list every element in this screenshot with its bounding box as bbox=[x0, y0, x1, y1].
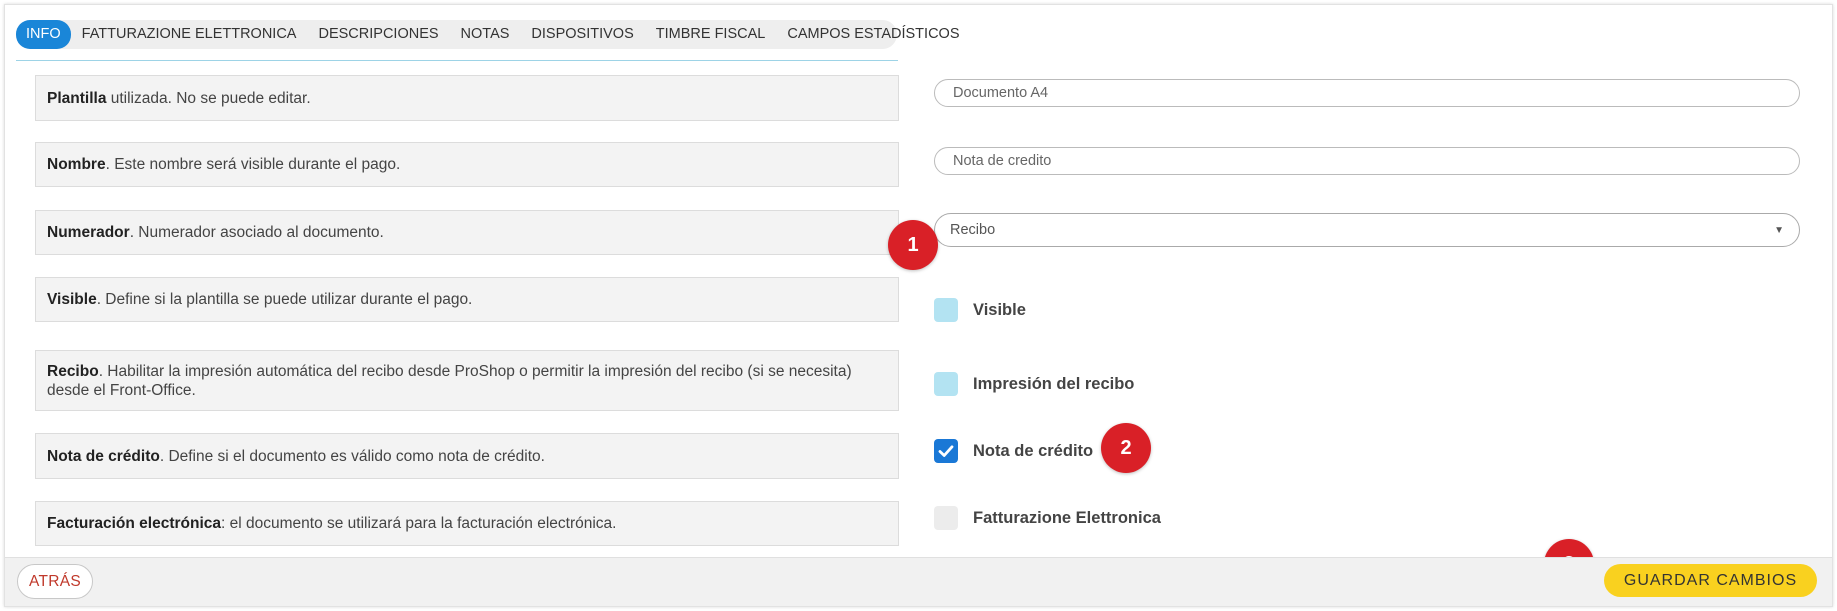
visible-checkbox-row[interactable]: Visible bbox=[934, 298, 1026, 322]
plantilla-label-bold: Plantilla bbox=[47, 89, 107, 107]
nota-credito-checkbox-label: Nota de crédito bbox=[973, 441, 1094, 460]
plantilla-field[interactable] bbox=[934, 79, 1800, 107]
tab-bar: INFO FATTURAZIONE ELETTRONICA DESCRIPCIO… bbox=[16, 20, 960, 49]
back-button[interactable]: ATRÁS bbox=[17, 564, 93, 599]
tab-campos-estadisticos[interactable]: CAMPOS ESTADÍSTICOS bbox=[776, 20, 970, 49]
numerador-label-text: . Numerador asociado al documento. bbox=[129, 224, 384, 241]
numerador-selected-value: Recibo bbox=[950, 222, 996, 238]
plantilla-label-text: utilizada. No se puede editar. bbox=[106, 89, 311, 107]
visible-label: Visible. Define si la plantilla se puede… bbox=[35, 277, 899, 322]
annotation-badge-1: 1 bbox=[888, 220, 938, 270]
recibo-label-bold: Recibo bbox=[47, 362, 99, 380]
numerador-select[interactable]: Recibo ▼ bbox=[934, 213, 1800, 247]
fatturazione-checkbox[interactable] bbox=[934, 506, 958, 530]
caret-down-icon: ▼ bbox=[1774, 224, 1784, 236]
recibo-label-text: . Habilitar la impresión automática del … bbox=[47, 362, 852, 399]
visible-label-text: . Define si la plantilla se puede utiliz… bbox=[96, 291, 473, 308]
nota-credito-checkbox-row[interactable]: Nota de crédito bbox=[934, 439, 1093, 463]
recibo-checkbox[interactable] bbox=[934, 372, 958, 396]
tab-underline bbox=[16, 60, 898, 61]
facturacion-electronica-label-text: : el documento se utilizará para la fact… bbox=[221, 515, 617, 532]
nombre-field[interactable] bbox=[934, 147, 1800, 175]
facturacion-electronica-label-bold: Facturación electrónica bbox=[47, 515, 222, 532]
tab-dispositivos[interactable]: DISPOSITIVOS bbox=[520, 20, 644, 49]
visible-label-bold: Visible bbox=[47, 291, 97, 308]
recibo-checkbox-row[interactable]: Impresión del recibo bbox=[934, 372, 1134, 396]
checkmark-icon bbox=[938, 445, 954, 457]
annotation-badge-2: 2 bbox=[1101, 423, 1151, 473]
fatturazione-checkbox-row[interactable]: Fatturazione Elettronica bbox=[934, 506, 1161, 530]
numerador-label: Numerador. Numerador asociado al documen… bbox=[35, 210, 899, 255]
tab-descripciones[interactable]: DESCRIPCIONES bbox=[307, 20, 449, 49]
nombre-label-text: . Este nombre será visible durante el pa… bbox=[105, 156, 401, 173]
recibo-checkbox-label: Impresión del recibo bbox=[973, 374, 1135, 393]
tab-notas[interactable]: NOTAS bbox=[450, 20, 521, 49]
fatturazione-checkbox-label: Fatturazione Elettronica bbox=[973, 508, 1161, 527]
plantilla-label: Plantilla utilizada. No se puede editar. bbox=[35, 75, 899, 121]
visible-checkbox-label: Visible bbox=[973, 300, 1026, 319]
nombre-label-bold: Nombre bbox=[47, 156, 106, 173]
nota-credito-label-bold: Nota de crédito bbox=[47, 447, 160, 465]
tab-info[interactable]: INFO bbox=[16, 20, 71, 49]
nombre-label: Nombre. Este nombre será visible durante… bbox=[35, 142, 899, 187]
tab-fatturazione-elettronica[interactable]: FATTURAZIONE ELETTRONICA bbox=[71, 20, 308, 49]
recibo-label: Recibo. Habilitar la impresión automátic… bbox=[35, 350, 899, 411]
nota-credito-label: Nota de crédito. Define si el documento … bbox=[35, 433, 899, 479]
numerador-label-bold: Numerador bbox=[47, 224, 130, 241]
tab-timbre-fiscal[interactable]: TIMBRE FISCAL bbox=[645, 20, 777, 49]
nota-credito-label-text: . Define si el documento es válido como … bbox=[159, 447, 545, 465]
facturacion-electronica-label: Facturación electrónica: el documento se… bbox=[35, 501, 899, 546]
visible-checkbox[interactable] bbox=[934, 298, 958, 322]
save-changes-button[interactable]: GUARDAR CAMBIOS bbox=[1604, 564, 1817, 597]
nota-credito-checkbox[interactable] bbox=[934, 439, 958, 463]
footer-bar bbox=[5, 557, 1832, 606]
